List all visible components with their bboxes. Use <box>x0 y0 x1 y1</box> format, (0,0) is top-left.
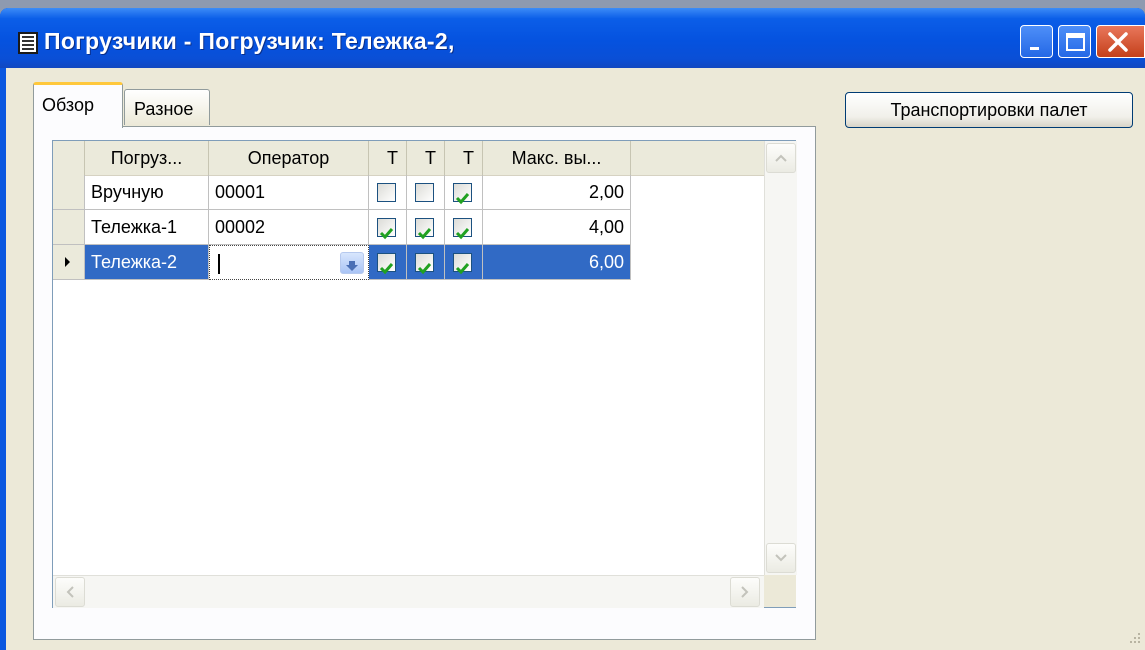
checkbox[interactable] <box>453 253 472 275</box>
tab-label: Обзор <box>42 95 94 115</box>
maximize-button[interactable] <box>1058 25 1091 58</box>
table-row[interactable]: Вручную 00001 2,00 <box>53 175 635 210</box>
cell-t3[interactable] <box>445 175 483 210</box>
tab-obzor[interactable]: Обзор <box>33 82 123 128</box>
resize-grip-icon[interactable] <box>1127 630 1141 644</box>
cell-t2[interactable] <box>407 210 445 245</box>
cell-name[interactable]: Вручную <box>85 175 209 210</box>
column-header-operator[interactable]: Оператор <box>209 141 369 175</box>
scroll-left-button[interactable] <box>55 577 85 607</box>
checkbox[interactable] <box>377 218 396 240</box>
row-selector[interactable] <box>53 210 85 245</box>
table-row[interactable]: Тележка-1 00002 4,00 <box>53 210 635 245</box>
checkmark-icon <box>455 228 470 240</box>
column-header-t1[interactable]: Т <box>369 141 407 175</box>
checkmark-icon <box>455 193 470 205</box>
tab-raznoe[interactable]: Разное <box>124 89 210 125</box>
cell-t1[interactable] <box>369 175 407 210</box>
cell-max[interactable]: 6,00 <box>483 245 631 280</box>
row-selector[interactable] <box>53 245 85 280</box>
row-selector-header <box>53 141 85 175</box>
table-row-selected[interactable]: Тележка-2 6,00 <box>53 245 635 280</box>
checkmark-icon <box>455 263 470 275</box>
row-selector[interactable] <box>53 175 85 210</box>
scroll-down-button[interactable] <box>766 543 796 573</box>
checkbox[interactable] <box>453 218 472 240</box>
scroll-right-button[interactable] <box>730 577 760 607</box>
scroll-down-icon <box>775 554 787 562</box>
application-window: Погрузчики - Погрузчик: Тележка-2, Разно… <box>0 8 1145 650</box>
checkbox[interactable] <box>415 253 434 275</box>
minimize-icon <box>1030 47 1039 50</box>
column-header-max[interactable]: Макс. вы... <box>483 141 631 175</box>
cell-t3[interactable] <box>445 210 483 245</box>
cell-t1[interactable] <box>369 210 407 245</box>
data-grid[interactable]: Погруз... Оператор Т Т Т Макс. вы... Вру… <box>52 140 797 608</box>
cell-name[interactable]: Тележка-2 <box>85 245 209 280</box>
cell-max[interactable]: 2,00 <box>483 175 631 210</box>
grid-header: Погруз... Оператор Т Т Т Макс. вы... <box>53 141 765 176</box>
column-header-t2[interactable]: Т <box>407 141 445 175</box>
dropdown-lookup-icon <box>346 261 358 271</box>
pallet-transport-button[interactable]: Транспортировки палет <box>845 92 1133 128</box>
operator-editor-input[interactable] <box>209 245 369 280</box>
checkbox[interactable] <box>377 183 396 202</box>
cell-operator[interactable]: 00001 <box>209 175 369 210</box>
scroll-up-button[interactable] <box>766 143 796 173</box>
checkbox[interactable] <box>415 218 434 240</box>
header-filler <box>631 141 765 175</box>
row-pointer-icon <box>65 257 70 267</box>
checkbox[interactable] <box>377 253 396 275</box>
scroll-left-icon <box>66 586 74 598</box>
scrollbar-corner <box>764 575 796 607</box>
app-icon <box>18 32 38 54</box>
checkmark-icon <box>379 263 394 275</box>
title-bar[interactable]: Погрузчики - Погрузчик: Тележка-2, <box>0 8 1145 68</box>
vertical-scrollbar[interactable] <box>764 141 797 575</box>
column-header-pogruzchik[interactable]: Погруз... <box>85 141 209 175</box>
cell-t1[interactable] <box>369 245 407 280</box>
scroll-up-icon <box>775 154 787 162</box>
column-header-t3[interactable]: Т <box>445 141 483 175</box>
tab-label: Разное <box>134 99 194 119</box>
horizontal-scrollbar[interactable] <box>53 575 764 608</box>
cell-t3[interactable] <box>445 245 483 280</box>
cell-max[interactable]: 4,00 <box>483 210 631 245</box>
cell-name[interactable]: Тележка-1 <box>85 210 209 245</box>
scroll-right-icon <box>741 586 749 598</box>
close-button[interactable] <box>1096 25 1145 58</box>
cell-t2[interactable] <box>407 245 445 280</box>
checkmark-icon <box>417 263 432 275</box>
minimize-button[interactable] <box>1020 25 1053 58</box>
checkbox[interactable] <box>453 183 472 205</box>
maximize-icon <box>1066 33 1085 51</box>
checkbox[interactable] <box>415 183 434 202</box>
lookup-button[interactable] <box>340 252 364 274</box>
close-icon <box>1108 32 1128 52</box>
checkmark-icon <box>417 228 432 240</box>
window-title: Погрузчики - Погрузчик: Тележка-2, <box>44 28 455 54</box>
checkmark-icon <box>379 228 394 240</box>
text-caret <box>218 254 220 274</box>
cell-operator[interactable]: 00002 <box>209 210 369 245</box>
cell-t2[interactable] <box>407 175 445 210</box>
